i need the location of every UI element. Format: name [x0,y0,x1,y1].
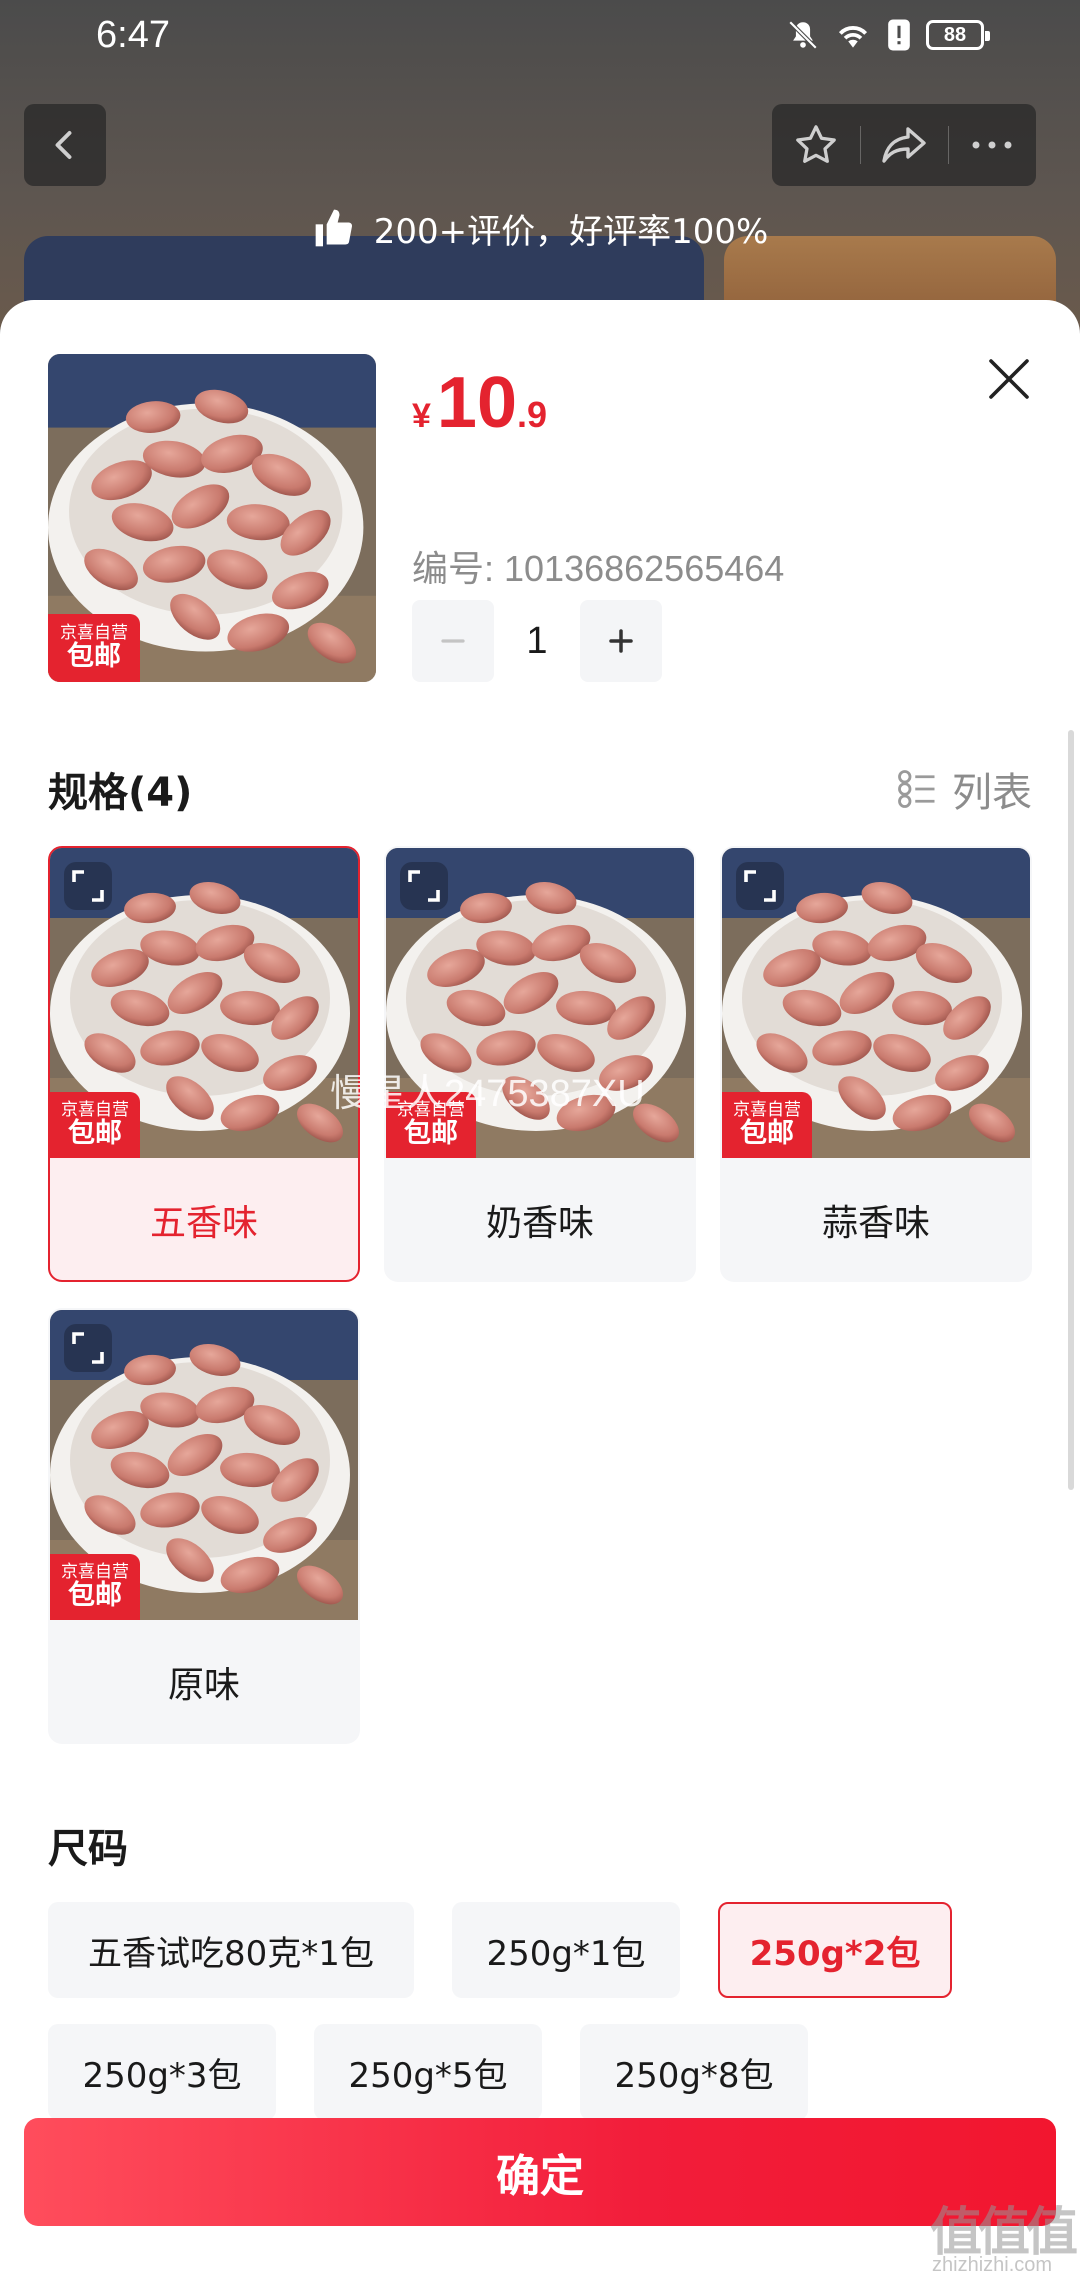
back-button[interactable] [24,104,106,186]
size-option[interactable]: 250g*5包 [314,2024,542,2120]
favorite-button[interactable] [772,104,860,186]
minus-icon [441,639,465,643]
expand-icon[interactable] [64,1324,112,1372]
badge-bottom-text: 包邮 [68,1579,122,1611]
more-icon [972,141,1012,149]
size-option[interactable]: 五香试吃80克*1包 [48,1902,414,1998]
expand-icon[interactable] [736,862,784,910]
thumbs-up-icon [315,209,352,247]
spec-option[interactable]: 京喜自营 包邮 五香味 [48,846,360,1282]
scrollbar[interactable] [1068,730,1074,1490]
price: ¥ 10 .9 [412,362,547,444]
badge-bottom-text: 包邮 [740,1117,794,1149]
close-icon [989,359,1029,399]
badge-bottom-text: 包邮 [404,1117,458,1149]
expand-icon[interactable] [400,862,448,910]
star-icon [796,125,836,163]
more-button[interactable] [948,104,1036,186]
price-currency: ¥ [412,397,431,435]
wifi-icon [838,26,868,48]
battery-icon: 88 [926,20,990,50]
spec-option-image: 京喜自营 包邮 [50,1310,358,1620]
product-thumbnail[interactable]: 京喜自营 包邮 [48,354,376,682]
badge-bottom-text: 包邮 [67,640,121,672]
share-icon [882,127,926,163]
decrease-quantity-button[interactable] [412,600,494,682]
size-option[interactable]: 250g*2包 [718,1902,952,1998]
spec-option-label: 蒜香味 [821,1203,930,1244]
free-shipping-badge: 京喜自营 包邮 [50,1092,140,1158]
sku-code: 编号: 10136862565464 [412,548,785,589]
quantity-stepper: 1 [412,600,662,682]
free-shipping-badge: 京喜自营 包邮 [722,1092,812,1158]
back-icon [55,131,72,159]
list-view-label: 列表 [952,770,1032,816]
site-watermark-url: zhizhizhi.com [932,2254,1053,2276]
free-shipping-badge: 京喜自营 包邮 [50,1554,140,1620]
status-time: 6:47 [96,14,170,56]
close-button[interactable] [980,350,1038,408]
share-button[interactable] [860,104,948,186]
size-option[interactable]: 250g*8包 [580,2024,808,2120]
price-integer: 10 [436,363,518,443]
expand-icon[interactable] [64,862,112,910]
list-view-toggle[interactable]: 列表 [896,760,1032,818]
plus-icon [609,629,633,653]
sku-selector-sheet: 京喜自营 包邮 ¥ 10 .9 编号: 10136862565464 1 规格(… [0,300,1080,2280]
review-summary-banner: 200+评价，好评率100% [0,196,1080,260]
size-section-title: 尺码 [48,1826,128,1872]
spec-option[interactable]: 京喜自营 包邮 原味 [48,1308,360,1744]
increase-quantity-button[interactable] [580,600,662,682]
free-shipping-badge: 京喜自营 包邮 [48,614,140,682]
spec-option-image: 京喜自营 包邮 [722,848,1030,1158]
spec-option[interactable]: 京喜自营 包邮 蒜香味 [720,846,1032,1282]
confirm-button[interactable]: 确定 [24,2118,1056,2226]
free-shipping-badge: 京喜自营 包邮 [386,1092,476,1158]
spec-option-label: 原味 [167,1665,240,1706]
price-decimal: .9 [517,394,548,435]
bell-off-icon [788,20,818,50]
size-option[interactable]: 250g*1包 [452,1902,680,1998]
spec-section-title: 规格(4) [48,770,193,816]
quantity-value[interactable]: 1 [494,620,580,663]
spec-option-label: 五香味 [149,1203,258,1244]
alert-icon [888,19,910,51]
spec-option[interactable]: 京喜自营 包邮 奶香味 [384,846,696,1282]
spec-option-image: 京喜自营 包邮 [50,848,358,1158]
nav-action-group [772,104,1036,186]
status-bar: 6:47 88 [0,0,1080,74]
status-icons: 88 [786,18,990,52]
review-summary-text: 200+评价，好评率100% [373,211,769,252]
spec-option-image: 京喜自营 包邮 [386,848,694,1158]
list-icon [898,770,935,808]
spec-option-label: 奶香味 [485,1203,594,1244]
size-option[interactable]: 250g*3包 [48,2024,276,2120]
badge-bottom-text: 包邮 [68,1117,122,1149]
